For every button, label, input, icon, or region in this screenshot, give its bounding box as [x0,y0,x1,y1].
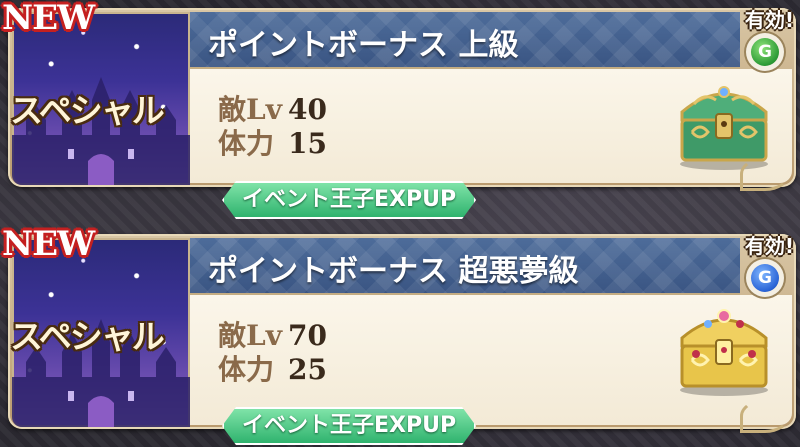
special-label: スペシャル [10,91,165,130]
event-exp-up-badge: イベント王子EXPUP [222,407,476,445]
corner-ornament [740,157,790,191]
quest-title: ポイントボーナス 上級 [208,28,519,63]
stamina-row: 体力 15 [218,129,327,159]
gold-treasure-chest-icon [680,309,768,396]
enemy-level-row: 敵Lv 40 [218,95,327,125]
new-badge: NEW [2,224,95,264]
enemy-level-label: 敵Lv [218,319,282,352]
stamina-label: 体力 [218,127,275,160]
quest-card-nightmare[interactable]: NEW スペシャル ポイントボーナス 超悪夢級 敵Lv 70 体力 25 有効! G… [0,224,800,447]
special-label: スペシャル [10,317,165,356]
corner-ornament [740,399,790,433]
stamina-label: 体力 [218,353,275,386]
enemy-level-label: 敵Lv [218,93,282,126]
event-exp-up-badge: イベント王子EXPUP [222,181,476,219]
stamina-value: 15 [288,127,327,160]
quest-title-bar: ポイントボーナス 超悪夢級 [190,238,740,295]
quest-title: ポイントボーナス 超悪夢級 [208,254,579,289]
new-badge: NEW [2,0,95,38]
gem-icon: G [746,33,784,71]
valid-label: 有効! [744,234,794,258]
quest-card-advanced[interactable]: NEW スペシャル ポイントボーナス 上級 敵Lv 40 体力 15 有効! G イ… [0,0,800,205]
quest-title-bar: ポイントボーナス 上級 [190,12,740,69]
gem-letter: G [751,38,779,66]
enemy-level-value: 40 [287,93,327,126]
gem-icon: G [746,259,784,297]
enemy-level-row: 敵Lv 70 [218,321,327,351]
stamina-row: 体力 25 [218,355,327,385]
gem-letter: G [751,264,779,292]
enemy-level-value: 70 [287,319,327,352]
valid-label: 有効! [744,8,794,32]
stamina-value: 25 [288,353,327,386]
